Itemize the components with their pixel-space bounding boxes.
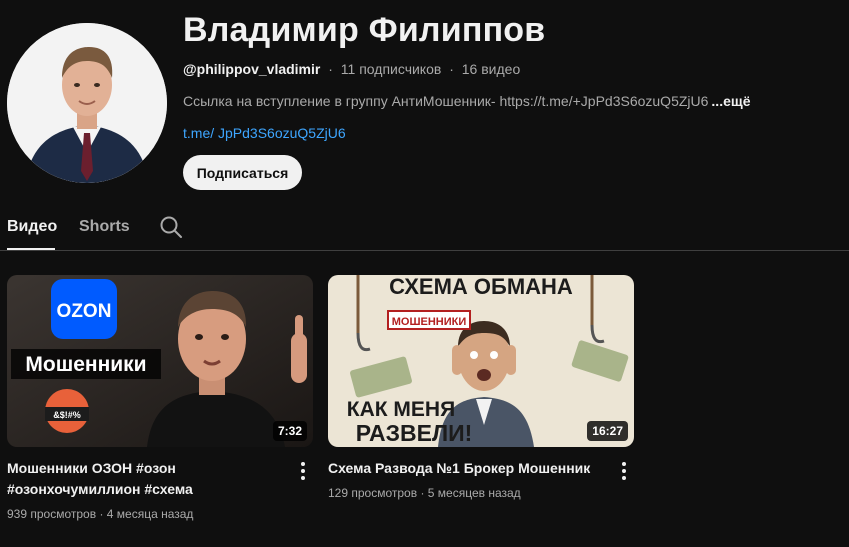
channel-avatar[interactable] (7, 23, 167, 183)
channel-handle: @philippov_vladimir (183, 61, 321, 77)
channel-description[interactable]: Ссылка на вступление в группу АнтиМошенн… (183, 93, 750, 109)
emoji-text: &$!#% (53, 410, 81, 420)
active-tab-indicator (7, 248, 55, 250)
video-duration: 16:27 (587, 421, 628, 441)
video-title[interactable]: Мошенники ОЗОН #озон #озонхочумиллион #с… (7, 458, 277, 500)
thumbnail-caption: Мошенники (25, 353, 146, 376)
video-stats: 939 просмотров · 4 месяца назад (7, 507, 193, 521)
thumbnail-bottom-text-2: РАЗВЕЛИ! (356, 420, 473, 446)
video-duration: 7:32 (272, 421, 307, 441)
meta-separator: · (99, 507, 104, 521)
channel-tabs: Видео Shorts (0, 205, 849, 251)
search-icon[interactable] (159, 215, 183, 239)
video-thumbnail[interactable]: OZON Мошенники &$!#% 7:32 (7, 275, 313, 447)
video-views: 129 просмотров (328, 486, 418, 500)
channel-meta: @philippov_vladimir · 11 подписчиков · 1… (183, 61, 520, 77)
subscribe-button[interactable]: Подписаться (183, 155, 302, 190)
channel-link[interactable]: t.me/ JpPd3S6ozuQ5ZjU6 (183, 125, 346, 141)
more-actions-icon[interactable] (618, 461, 630, 481)
meta-separator: · (420, 486, 425, 500)
more-actions-icon[interactable] (297, 461, 309, 481)
thumbnail-top-text: СХЕМА ОБМАНА (389, 275, 573, 299)
video-age: 4 месяца назад (106, 507, 194, 521)
tab-videos[interactable]: Видео (7, 218, 57, 236)
tab-shorts[interactable]: Shorts (79, 218, 130, 236)
description-text: Ссылка на вступление в группу АнтиМошенн… (183, 93, 709, 109)
video-count: 16 видео (461, 61, 521, 77)
channel-name: Владимир Филиппов (183, 11, 546, 49)
video-views: 939 просмотров (7, 507, 97, 521)
meta-separator: · (449, 61, 454, 77)
subscriber-count: 11 подписчиков (340, 61, 442, 77)
thumbnail-sign-text: МОШЕННИКИ (392, 316, 467, 328)
ozon-logo-text: OZON (57, 301, 112, 322)
video-age: 5 месяцев назад (427, 486, 521, 500)
thumbnail-bottom-text-1: КАК МЕНЯ (347, 398, 455, 421)
video-thumbnail[interactable]: СХЕМА ОБМАНА МОШЕННИКИ КАК МЕНЯ РАЗВЕЛИ!… (328, 275, 634, 447)
video-stats: 129 просмотров · 5 месяцев назад (328, 486, 521, 500)
video-card[interactable]: OZON Мошенники &$!#% 7:32 Мошенники ОЗОН… (7, 275, 313, 521)
video-title[interactable]: Схема Развода №1 Брокер Мошенник (328, 458, 598, 479)
video-card[interactable]: СХЕМА ОБМАНА МОШЕННИКИ КАК МЕНЯ РАЗВЕЛИ!… (328, 275, 634, 500)
meta-separator: · (328, 61, 333, 77)
more-button[interactable]: ...ещё (711, 93, 750, 109)
